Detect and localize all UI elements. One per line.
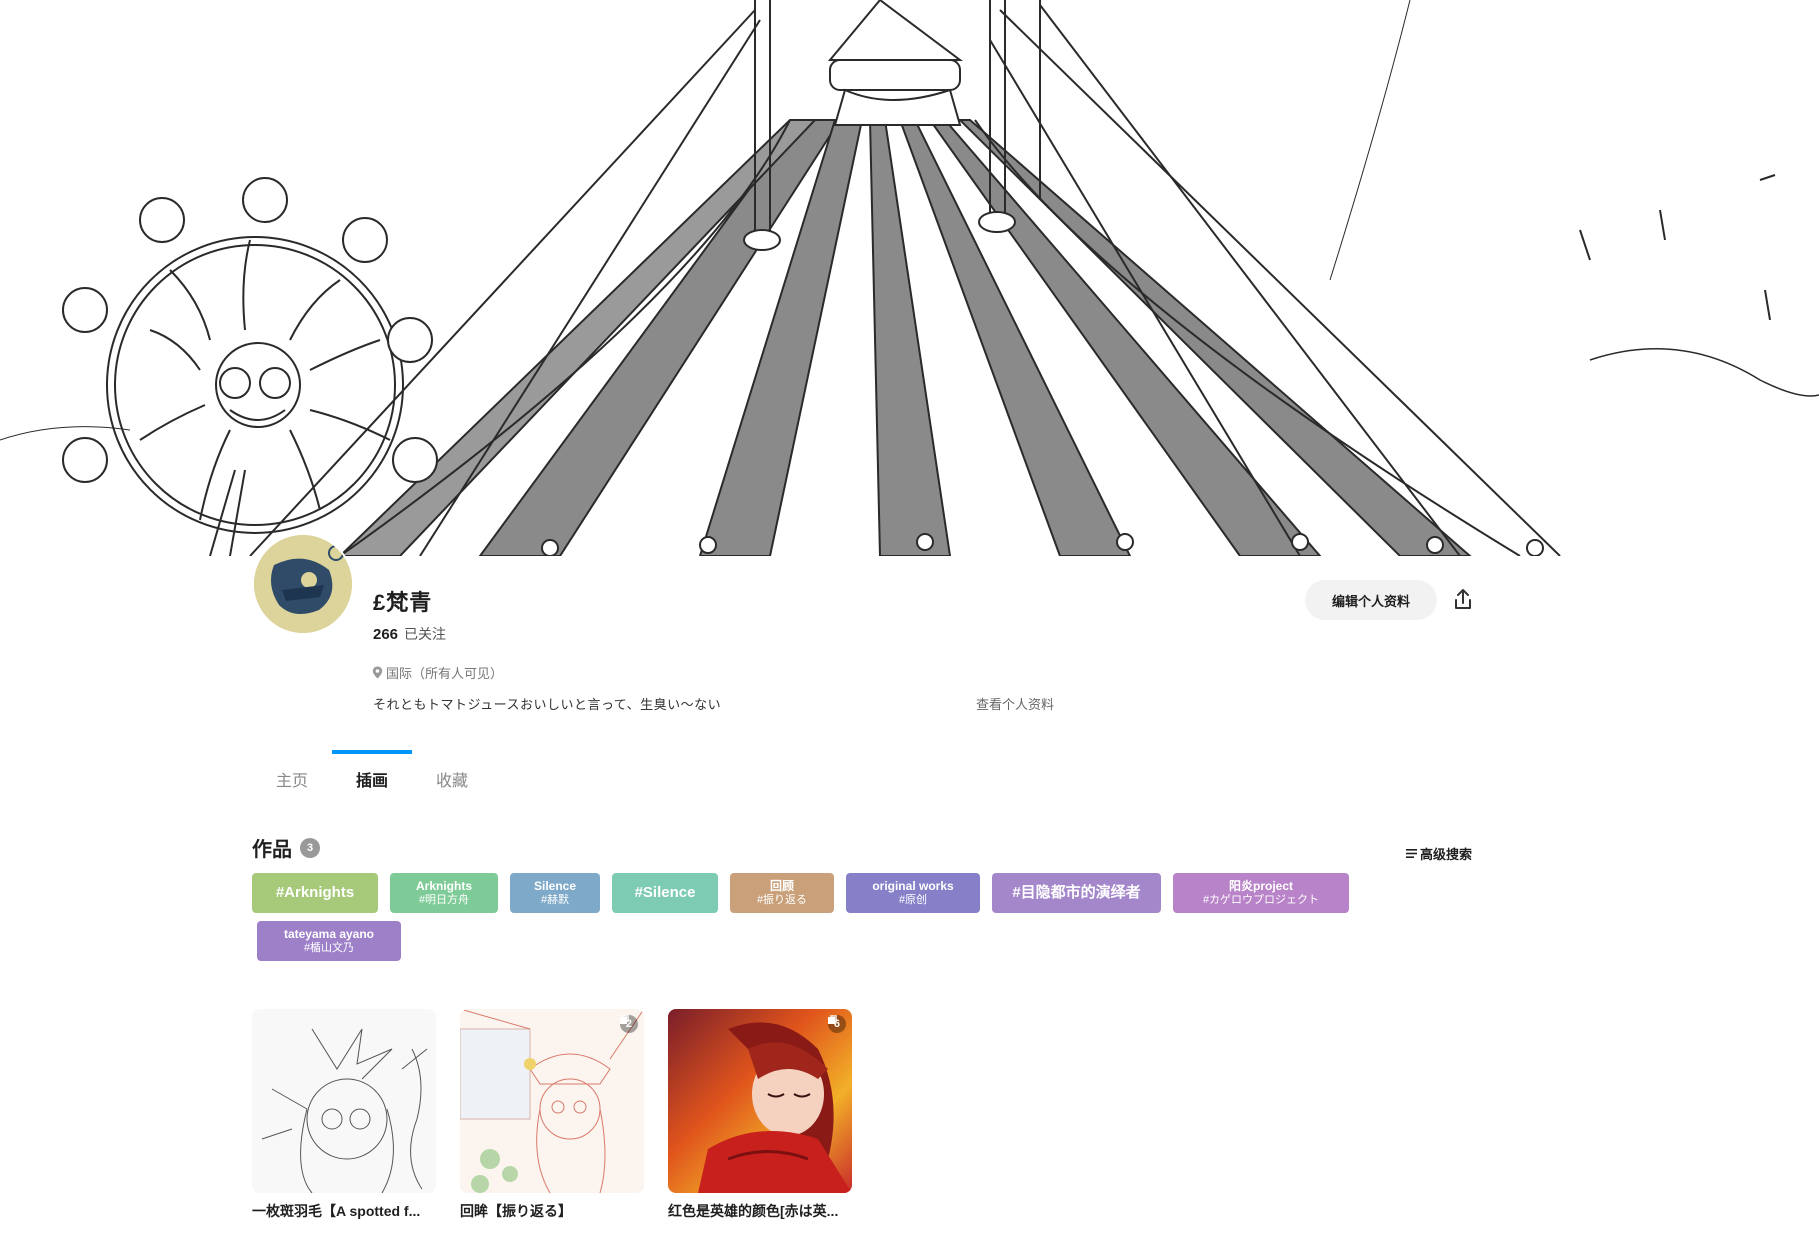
- artwork-thumbnail[interactable]: 2: [460, 1009, 644, 1193]
- tag-chip[interactable]: Silence #赫默: [510, 873, 600, 913]
- tag-label: Arknights: [415, 878, 472, 893]
- works-title: 作品: [252, 839, 292, 861]
- tag-label: Silence: [533, 878, 577, 893]
- tag-chip[interactable]: 阳炎project #カゲロウプロジェクト: [1173, 873, 1349, 913]
- artwork-title[interactable]: 回眸【振り返る】: [460, 1201, 644, 1221]
- artwork-card: 6 红色是英雄的颜色[赤は英...: [668, 1009, 852, 1221]
- artwork-image-lineart-feather: [252, 1009, 436, 1193]
- following-count: 266: [373, 626, 399, 643]
- location: 国际（所有人可见）: [372, 663, 503, 682]
- tag-translation: #赫默: [540, 893, 570, 906]
- avatar[interactable]: [252, 533, 354, 635]
- pages-icon: [619, 1015, 629, 1024]
- map-pin-icon: [372, 666, 383, 679]
- tag-label: 阳炎project: [1228, 878, 1293, 893]
- edit-profile-button[interactable]: 编辑个人资料: [1305, 580, 1437, 620]
- tag-translation: #原创: [898, 893, 928, 906]
- username: £梵青: [373, 590, 433, 615]
- tag-translation: #カゲロウプロジェクト: [1202, 893, 1320, 906]
- tag-translation: #楯山文乃: [303, 941, 355, 954]
- advanced-search-link[interactable]: 高级搜索: [1406, 844, 1472, 863]
- tag-chip[interactable]: #目隐都市的演绎者: [992, 873, 1161, 913]
- tag-chip[interactable]: Arknights #明日方舟: [390, 873, 498, 913]
- tag-label: original works: [872, 878, 954, 893]
- avatar-image: [254, 535, 352, 633]
- tag-chip[interactable]: original works #原创: [846, 873, 980, 913]
- tab-illustrations[interactable]: 插画: [332, 750, 412, 790]
- tag-chip[interactable]: tateyama ayano #楯山文乃: [257, 921, 401, 961]
- tab-bookmarks[interactable]: 收藏: [412, 750, 492, 790]
- artwork-thumbnail[interactable]: [252, 1009, 436, 1193]
- tab-home[interactable]: 主页: [252, 750, 332, 790]
- share-icon: [1455, 589, 1471, 609]
- artwork-title[interactable]: 一枚斑羽毛【A spotted f...: [252, 1201, 436, 1221]
- location-text: 国际（所有人可见）: [386, 666, 504, 681]
- tag-translation: #振り返る: [756, 893, 808, 906]
- tag-label: #Arknights: [275, 884, 355, 902]
- cover-illustration: [0, 0, 1819, 556]
- tag-chip[interactable]: #Silence: [612, 873, 718, 913]
- tag-chip[interactable]: #Arknights: [252, 873, 378, 913]
- artwork-image-red-hero: [668, 1009, 852, 1193]
- cover-banner: [0, 0, 1819, 556]
- tag-translation: #明日方舟: [418, 893, 470, 906]
- tag-label: 回顾: [769, 878, 794, 893]
- advanced-search-label: 高级搜索: [1420, 847, 1473, 862]
- artwork-card: 一枚斑羽毛【A spotted f...: [252, 1009, 436, 1221]
- profile-tabs: 主页 插画 收藏: [252, 750, 492, 790]
- tag-label: #目隐都市的演绎者: [1012, 884, 1141, 902]
- page-count-badge: 6: [827, 1015, 846, 1033]
- artwork-thumbnail[interactable]: 6: [668, 1009, 852, 1193]
- filter-lines-icon: [1406, 849, 1417, 858]
- artwork-card: 2 回眸【振り返る】: [460, 1009, 644, 1221]
- following-stat[interactable]: 266 已关注: [373, 624, 446, 644]
- artwork-image-looking-back: [460, 1009, 644, 1193]
- tag-chip[interactable]: 回顾 #振り返る: [730, 873, 834, 913]
- tag-label: tateyama ayano: [283, 926, 375, 941]
- following-label: 已关注: [404, 626, 447, 642]
- page-count-badge: 2: [619, 1015, 638, 1033]
- works-count-badge: 3: [300, 837, 320, 858]
- share-button[interactable]: [1449, 586, 1477, 614]
- works-heading: 作品 3: [252, 833, 320, 862]
- view-profile-link[interactable]: 查看个人资料: [976, 694, 1054, 713]
- artwork-title[interactable]: 红色是英雄的颜色[赤は英...: [668, 1201, 852, 1221]
- bio: それともトマトジュースおいしいと言って、生臭い～ない: [373, 697, 722, 712]
- tag-label: #Silence: [634, 884, 696, 902]
- pages-icon: [827, 1015, 837, 1024]
